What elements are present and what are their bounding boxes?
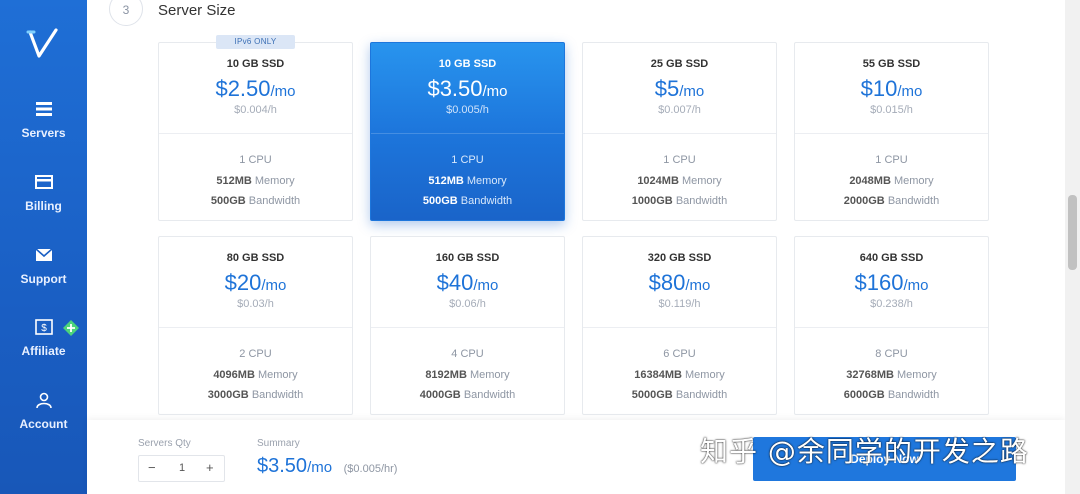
plan-cpu: 8 CPU: [875, 348, 908, 360]
plan-price: $20/mo: [224, 270, 287, 295]
plan-card[interactable]: IPv6 ONLY 10 GB SSD $2.50/mo $0.004/h 1 …: [158, 35, 353, 221]
plan-price: $5/mo: [654, 76, 705, 101]
plan-card[interactable]: 640 GB SSD $160/mo $0.238/h 8 CPU 32768M…: [794, 236, 989, 415]
plan-size: 320 GB SSD: [647, 252, 712, 264]
plan-cpu: 2 CPU: [239, 348, 272, 360]
plan-memory: 16384MB Memory: [634, 368, 725, 381]
plan-memory: 512MB Memory: [428, 174, 507, 187]
plan-specs: 4 CPU 8192MB Memory 4000GB Bandwidth: [371, 328, 564, 406]
sidebar-item-label: Servers: [21, 126, 66, 140]
plan-size: 10 GB SSD: [438, 58, 497, 70]
plan-card-selected[interactable]: 10 GB SSD $3.50/mo $0.005/h 1 CPU 512MB …: [370, 42, 565, 221]
plan-card[interactable]: 55 GB SSD $10/mo $0.015/h 1 CPU 2048MB M…: [794, 42, 989, 221]
plan-hourly: $0.007/h: [658, 104, 701, 116]
plan-price: $10/mo: [860, 76, 923, 101]
plan-size: 10 GB SSD: [226, 58, 285, 70]
plan-price: $40/mo: [436, 270, 499, 295]
qty-increment-button[interactable]: +: [206, 460, 214, 475]
svg-text:$: $: [41, 323, 47, 334]
plan-hourly: $0.004/h: [234, 104, 277, 116]
plan-specs: 2 CPU 4096MB Memory 3000GB Bandwidth: [159, 328, 352, 406]
plus-badge-icon: [63, 320, 79, 336]
plan-memory: 1024MB Memory: [637, 174, 722, 187]
sidebar-item-label: Billing: [25, 199, 62, 213]
plan-price: $2.50/mo: [215, 76, 296, 101]
plan-cpu: 6 CPU: [663, 348, 696, 360]
section-title: Server Size: [158, 2, 236, 19]
sidebar-item-servers[interactable]: Servers: [0, 100, 87, 142]
summary-label: Summary: [257, 438, 300, 449]
plan-size: 55 GB SSD: [862, 58, 921, 70]
account-icon: [35, 392, 52, 409]
plan-bandwidth: 1000GB Bandwidth: [631, 195, 728, 207]
plan-price: $3.50/mo: [427, 76, 508, 101]
plan-memory: 2048MB Memory: [849, 174, 934, 187]
plan-size: 25 GB SSD: [650, 58, 709, 70]
plan-bandwidth: 3000GB Bandwidth: [207, 389, 304, 401]
plan-bandwidth: 500GB Bandwidth: [210, 195, 301, 207]
affiliate-icon: $: [34, 319, 53, 335]
plan-size: 80 GB SSD: [226, 252, 285, 264]
quantity-stepper[interactable]: − 1 +: [138, 455, 225, 482]
servers-icon: [35, 102, 52, 116]
plan-price: $160/mo: [854, 270, 929, 295]
plan-hourly: $0.005/h: [446, 104, 489, 116]
support-icon: [34, 248, 53, 261]
plan-hourly: $0.238/h: [870, 298, 913, 310]
plan-bandwidth: 5000GB Bandwidth: [631, 389, 728, 401]
sidebar-item-label: Affiliate: [21, 344, 66, 358]
summary-hourly: ($0.005/hr): [343, 463, 398, 475]
plan-specs: 1 CPU 1024MB Memory 1000GB Bandwidth: [583, 134, 776, 212]
plan-bandwidth: 2000GB Bandwidth: [843, 195, 940, 207]
plan-size: 640 GB SSD: [859, 252, 924, 264]
plan-bandwidth: 500GB Bandwidth: [422, 195, 513, 207]
sidebar-item-billing[interactable]: Billing: [0, 173, 87, 215]
qty-value[interactable]: 1: [179, 462, 185, 474]
watermark: 知乎 @余同学的开发之路: [700, 435, 1029, 468]
plan-cpu: 1 CPU: [875, 154, 908, 166]
plan-memory: 512MB Memory: [216, 174, 295, 187]
plan-card[interactable]: 80 GB SSD $20/mo $0.03/h 2 CPU 4096MB Me…: [158, 236, 353, 415]
servers-qty-label: Servers Qty: [138, 438, 191, 449]
qty-decrement-button[interactable]: −: [148, 460, 156, 475]
plan-cpu: 1 CPU: [451, 154, 484, 166]
plan-card[interactable]: 320 GB SSD $80/mo $0.119/h 6 CPU 16384MB…: [582, 236, 777, 415]
sidebar-item-label: Support: [20, 272, 67, 286]
plan-card[interactable]: 160 GB SSD $40/mo $0.06/h 4 CPU 8192MB M…: [370, 236, 565, 415]
plan-hourly: $0.015/h: [870, 104, 913, 116]
plan-specs: 1 CPU 2048MB Memory 2000GB Bandwidth: [795, 134, 988, 212]
plan-card[interactable]: 25 GB SSD $5/mo $0.007/h 1 CPU 1024MB Me…: [582, 42, 777, 221]
sidebar-item-account[interactable]: Account: [0, 391, 87, 433]
sidebar: Servers Billing Support $ Affiliate Acco…: [0, 0, 87, 494]
plan-hourly: $0.03/h: [237, 298, 274, 310]
plan-specs: 6 CPU 16384MB Memory 5000GB Bandwidth: [583, 328, 776, 406]
plan-cpu: 1 CPU: [239, 154, 272, 166]
plan-hourly: $0.06/h: [449, 298, 486, 310]
plan-memory: 8192MB Memory: [425, 368, 510, 381]
vultr-logo-icon[interactable]: [26, 26, 62, 66]
scrollbar[interactable]: [1065, 0, 1080, 494]
plan-specs: 8 CPU 32768MB Memory 6000GB Bandwidth: [795, 328, 988, 406]
scrollbar-thumb[interactable]: [1068, 195, 1077, 270]
plan-hourly: $0.119/h: [658, 298, 701, 310]
plan-price: $80/mo: [648, 270, 711, 295]
billing-icon: [34, 175, 53, 189]
step-number: 3: [109, 0, 143, 26]
sidebar-item-support[interactable]: Support: [0, 246, 87, 288]
summary-price: $3.50/mo ($0.005/hr): [257, 455, 398, 477]
plan-size: 160 GB SSD: [435, 252, 500, 264]
plan-specs: 1 CPU 512MB Memory 500GB Bandwidth: [159, 134, 352, 212]
plan-cpu: 4 CPU: [451, 348, 484, 360]
sidebar-item-label: Account: [19, 417, 68, 431]
plan-bandwidth: 6000GB Bandwidth: [843, 389, 940, 401]
plan-cpu: 1 CPU: [663, 154, 696, 166]
plan-bandwidth: 4000GB Bandwidth: [419, 389, 516, 401]
plan-memory: 4096MB Memory: [213, 368, 298, 381]
plan-specs: 1 CPU 512MB Memory 500GB Bandwidth: [371, 134, 564, 212]
plan-memory: 32768MB Memory: [846, 368, 937, 381]
